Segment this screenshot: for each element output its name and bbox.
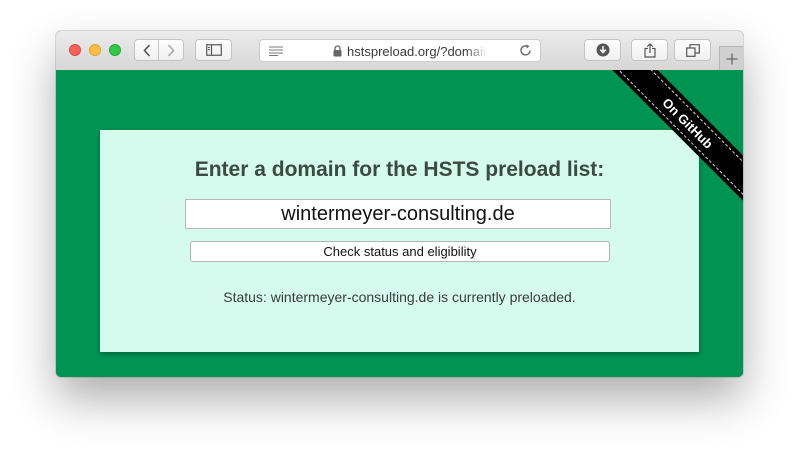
status-message: Status: wintermeyer-consulting.de is cur… [223,289,576,305]
reload-icon[interactable] [519,44,532,57]
forward-button[interactable] [158,39,184,61]
zoom-window-button[interactable] [109,44,121,56]
share-button[interactable] [631,39,668,61]
minimize-window-button[interactable] [89,44,101,56]
chevron-left-icon [142,43,150,57]
plus-icon [726,53,737,64]
browser-toolbar: hstspreload.org/?domain= [56,31,743,71]
sidebar-icon [205,44,222,56]
close-window-button[interactable] [69,44,81,56]
chevron-right-icon [167,43,175,57]
tabs-icon [685,43,700,57]
lock-icon [333,45,342,57]
page-heading: Enter a domain for the HSTS preload list… [194,158,605,181]
download-icon [596,43,609,57]
downloads-button[interactable] [584,39,621,61]
check-status-button[interactable]: Check status and eligibility [190,241,610,262]
tabs-overview-button[interactable] [674,39,711,61]
domain-input[interactable] [185,199,611,229]
back-button[interactable] [134,39,159,61]
address-bar[interactable]: hstspreload.org/?domain= [259,39,541,62]
domain-form-panel: Enter a domain for the HSTS preload list… [100,130,699,352]
page-content: Enter a domain for the HSTS preload list… [56,70,743,377]
browser-window: hstspreload.org/?domain= Enter a domain … [56,31,743,377]
url-text: hstspreload.org/?domain= [347,44,487,59]
sidebar-button[interactable] [195,39,232,61]
share-icon [643,42,656,58]
new-tab-button[interactable] [719,46,743,70]
reader-icon[interactable] [269,46,283,56]
